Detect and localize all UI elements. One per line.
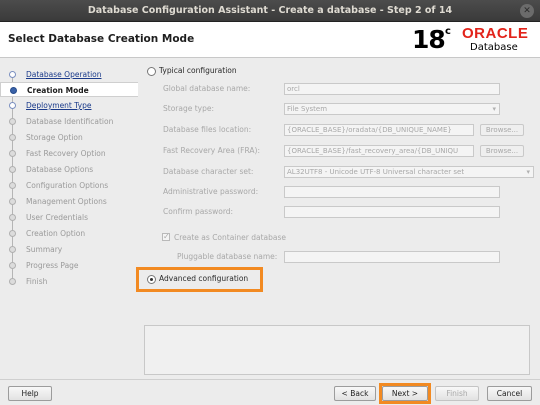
db-files-browse-button[interactable]: Browse...: [480, 124, 524, 136]
nav-step-label: User Credentials: [26, 213, 88, 222]
nav-step-label: Database Operation: [26, 70, 102, 79]
step-dot-icon: [9, 102, 16, 109]
chevron-down-icon: ▾: [492, 105, 496, 113]
container-db-label: Create as Container database: [174, 233, 286, 242]
db-files-location-input[interactable]: {ORACLE_BASE}/oradata/{DB_UNIQUE_NAME}: [284, 124, 474, 136]
nav-step-progress-page: Progress Page: [0, 258, 138, 273]
step-dot-icon: [9, 134, 16, 141]
pluggable-db-name-input[interactable]: [284, 251, 500, 263]
help-button[interactable]: Help: [8, 386, 52, 401]
nav-step-user-credentials: User Credentials: [0, 210, 138, 225]
title-bar[interactable]: Database Configuration Assistant - Creat…: [0, 0, 540, 22]
nav-step-creation-option: Creation Option: [0, 226, 138, 241]
advanced-config-label[interactable]: Advanced configuration: [159, 274, 248, 283]
nav-step-database-options: Database Options: [0, 162, 138, 177]
nav-step-finish: Finish: [0, 274, 138, 289]
nav-step-label: Creation Mode: [27, 86, 89, 95]
storage-type-value: File System: [287, 105, 328, 113]
logo-product: Database: [470, 42, 518, 53]
logo-version: 18: [412, 25, 446, 54]
nav-step-configuration-options: Configuration Options: [0, 178, 138, 193]
confirm-password-label: Confirm password:: [163, 207, 234, 216]
confirm-password-input[interactable]: [284, 206, 500, 218]
step-dot-icon: [9, 198, 16, 205]
charset-value: AL32UTF8 - Unicode UTF-8 Universal chara…: [287, 168, 465, 176]
nav-step-database-operation[interactable]: Database Operation: [0, 67, 138, 82]
nav-step-label: Finish: [26, 277, 48, 286]
nav-step-database-identification: Database Identification: [0, 114, 138, 129]
fra-browse-button[interactable]: Browse...: [480, 145, 524, 157]
step-dot-icon: [9, 230, 16, 237]
footer-bar: Help < Back Next > Finish Cancel: [0, 379, 540, 405]
step-dot-icon: [9, 246, 16, 253]
finish-button[interactable]: Finish: [435, 386, 479, 401]
global-db-name-input[interactable]: orcl: [284, 83, 500, 95]
admin-password-input[interactable]: [284, 186, 500, 198]
nav-step-label: Fast Recovery Option: [26, 149, 106, 158]
window-title: Database Configuration Assistant - Creat…: [87, 5, 453, 16]
step-dot-icon: [9, 118, 16, 125]
typical-config-label[interactable]: Typical configuration: [159, 66, 237, 75]
message-pane: [144, 325, 530, 375]
nav-step-summary: Summary: [0, 242, 138, 257]
next-button[interactable]: Next >: [382, 386, 428, 401]
advanced-config-radio[interactable]: [147, 275, 156, 284]
nav-step-deployment-type[interactable]: Deployment Type: [0, 98, 138, 113]
nav-step-storage-option: Storage Option: [0, 130, 138, 145]
nav-step-fast-recovery-option: Fast Recovery Option: [0, 146, 138, 161]
logo-brand: ORACLE: [462, 25, 529, 42]
pluggable-db-name-label: Pluggable database name:: [177, 252, 278, 261]
step-dot-icon: [10, 87, 17, 94]
nav-step-label: Database Identification: [26, 117, 114, 126]
nav-step-label: Storage Option: [26, 133, 83, 142]
nav-step-label: Progress Page: [26, 261, 79, 270]
checkmark-icon: ✓: [163, 232, 170, 241]
step-dot-icon: [9, 166, 16, 173]
step-dot-icon: [9, 214, 16, 221]
fra-label: Fast Recovery Area (FRA):: [163, 146, 260, 155]
page-header: Select Database Creation Mode 18 c ORACL…: [0, 22, 540, 58]
step-dot-icon: [9, 262, 16, 269]
nav-step-label: Deployment Type: [26, 101, 92, 110]
nav-step-label: Configuration Options: [26, 181, 109, 190]
step-dot-icon: [9, 278, 16, 285]
nav-step-label: Management Options: [26, 197, 107, 206]
content-panel: Typical configuration Global database na…: [136, 59, 534, 379]
nav-step-label: Database Options: [26, 165, 94, 174]
nav-step-label: Creation Option: [26, 229, 86, 238]
typical-config-radio[interactable]: [147, 67, 156, 76]
chevron-down-icon: ▾: [526, 168, 530, 176]
dbca-window: Database Configuration Assistant - Creat…: [0, 0, 540, 405]
container-db-checkbox[interactable]: ✓: [162, 232, 170, 241]
back-button[interactable]: < Back: [334, 386, 376, 401]
close-icon[interactable]: ✕: [520, 4, 534, 18]
storage-type-label: Storage type:: [163, 104, 215, 113]
oracle-logo: 18 c ORACLE Database: [412, 25, 532, 55]
charset-select[interactable]: AL32UTF8 - Unicode UTF-8 Universal chara…: [284, 166, 534, 178]
step-dot-icon: [9, 150, 16, 157]
step-dot-icon: [9, 182, 16, 189]
cancel-button[interactable]: Cancel: [487, 386, 532, 401]
step-dot-icon: [9, 71, 16, 78]
fra-input[interactable]: {ORACLE_BASE}/fast_recovery_area/{DB_UNI…: [284, 145, 474, 157]
db-files-location-label: Database files location:: [163, 125, 252, 134]
step-navigation: Database Operation Creation Mode Deploym…: [0, 59, 138, 379]
global-db-name-label: Global database name:: [163, 84, 251, 93]
charset-label: Database character set:: [163, 167, 254, 176]
nav-step-label: Summary: [26, 245, 63, 254]
nav-step-management-options: Management Options: [0, 194, 138, 209]
page-title: Select Database Creation Mode: [8, 33, 195, 45]
admin-password-label: Administrative password:: [163, 187, 259, 196]
storage-type-select[interactable]: File System ▾: [284, 103, 500, 115]
nav-step-creation-mode[interactable]: Creation Mode: [0, 82, 138, 97]
logo-version-sup: c: [445, 26, 451, 37]
